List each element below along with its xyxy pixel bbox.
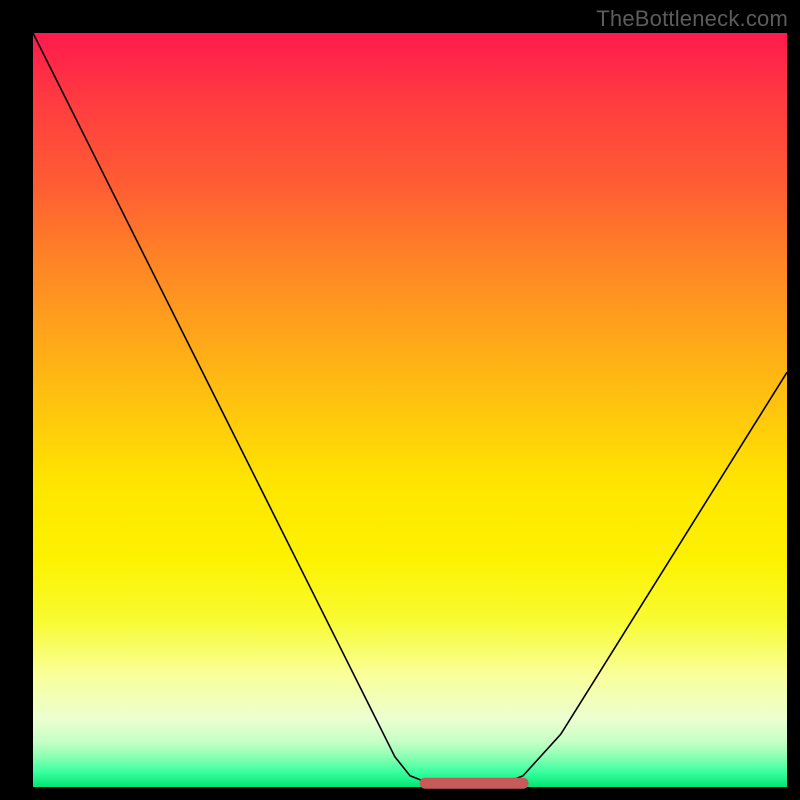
plot-area xyxy=(33,33,787,787)
bottleneck-curve xyxy=(33,33,787,787)
watermark-text: TheBottleneck.com xyxy=(596,6,788,32)
chart-svg xyxy=(33,33,787,787)
